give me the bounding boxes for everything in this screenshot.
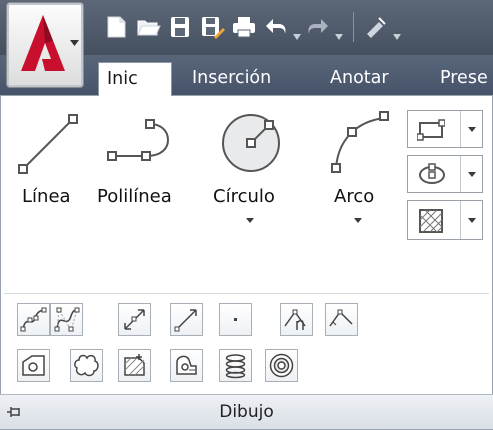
helix-button[interactable]: [219, 349, 252, 382]
region-button[interactable]: [17, 349, 50, 382]
boundary-icon: [176, 355, 197, 375]
undo-icon[interactable]: [263, 14, 289, 40]
arc-dropdown-icon[interactable]: [354, 218, 362, 223]
app-menu-dropdown-icon: [70, 40, 79, 46]
construction-line-button[interactable]: [118, 303, 151, 336]
polyline-icon[interactable]: [106, 118, 178, 168]
ellipse-dropdown-icon[interactable]: [468, 172, 476, 177]
donut-button[interactable]: [265, 349, 298, 382]
rectangle-split-button[interactable]: [407, 110, 483, 148]
divide-button[interactable]: [280, 303, 313, 336]
qat-separator: [353, 12, 354, 42]
measure-button[interactable]: [325, 303, 358, 336]
spline-fit-button[interactable]: [17, 303, 50, 336]
qat-more-dropdown-icon[interactable]: [393, 25, 401, 40]
new-icon[interactable]: [103, 14, 129, 40]
tab-insercion[interactable]: Inserción: [184, 62, 279, 96]
spline-fit-icon: [20, 307, 47, 332]
tab-inic[interactable]: Inic: [98, 62, 172, 97]
ray-button[interactable]: [170, 303, 203, 336]
spline-cv-button[interactable]: [50, 303, 83, 336]
point-button[interactable]: [219, 303, 252, 336]
arc-icon[interactable]: [326, 108, 392, 174]
tab-anotar[interactable]: Anotar: [322, 62, 397, 96]
construction-line-icon: [124, 309, 145, 330]
open-icon[interactable]: [135, 14, 161, 40]
autocad-logo-icon: [21, 15, 65, 71]
line-label[interactable]: Línea: [22, 186, 71, 207]
wipeout-icon: [124, 354, 145, 376]
helix-icon: [225, 354, 246, 379]
rectangle-dropdown-icon[interactable]: [468, 127, 476, 132]
donut-icon: [269, 353, 294, 378]
measure-icon: [329, 309, 353, 327]
region-icon: [22, 355, 45, 376]
hatch-split-button[interactable]: [407, 200, 483, 240]
circle-icon[interactable]: [219, 111, 283, 175]
redo-icon[interactable]: [305, 14, 331, 40]
spline-cv-icon: [54, 307, 80, 332]
wipeout-button[interactable]: [118, 349, 151, 382]
ellipse-icon[interactable]: [417, 163, 447, 187]
save-as-icon[interactable]: [199, 14, 225, 40]
line-icon[interactable]: [17, 111, 79, 177]
save-icon[interactable]: [167, 14, 193, 40]
circle-label[interactable]: Círculo: [213, 186, 275, 207]
application-menu-button[interactable]: [6, 2, 84, 88]
panel-separator: [4, 293, 489, 294]
undo-dropdown-icon[interactable]: [293, 25, 301, 40]
ray-icon: [174, 309, 197, 332]
panel-title-bar[interactable]: Dibujo: [0, 394, 493, 430]
ellipse-split-button[interactable]: [407, 155, 483, 193]
polyline-label[interactable]: Polilínea: [97, 186, 172, 207]
revision-cloud-icon: [74, 354, 99, 377]
panel-title: Dibujo: [219, 402, 274, 422]
hatch-dropdown-icon[interactable]: [468, 218, 476, 223]
circle-dropdown-icon[interactable]: [246, 218, 254, 223]
print-icon[interactable]: [231, 14, 257, 40]
hatch-icon[interactable]: [417, 207, 445, 235]
boundary-button[interactable]: [170, 349, 203, 382]
tab-presentar[interactable]: Prese: [432, 62, 493, 96]
match-properties-icon[interactable]: [363, 14, 389, 40]
rectangle-icon[interactable]: [417, 119, 445, 141]
point-icon: [234, 318, 237, 321]
revision-cloud-button[interactable]: [70, 349, 103, 382]
arc-label[interactable]: Arco: [334, 186, 374, 207]
redo-dropdown-icon[interactable]: [335, 25, 343, 40]
divide-icon: [284, 309, 306, 330]
